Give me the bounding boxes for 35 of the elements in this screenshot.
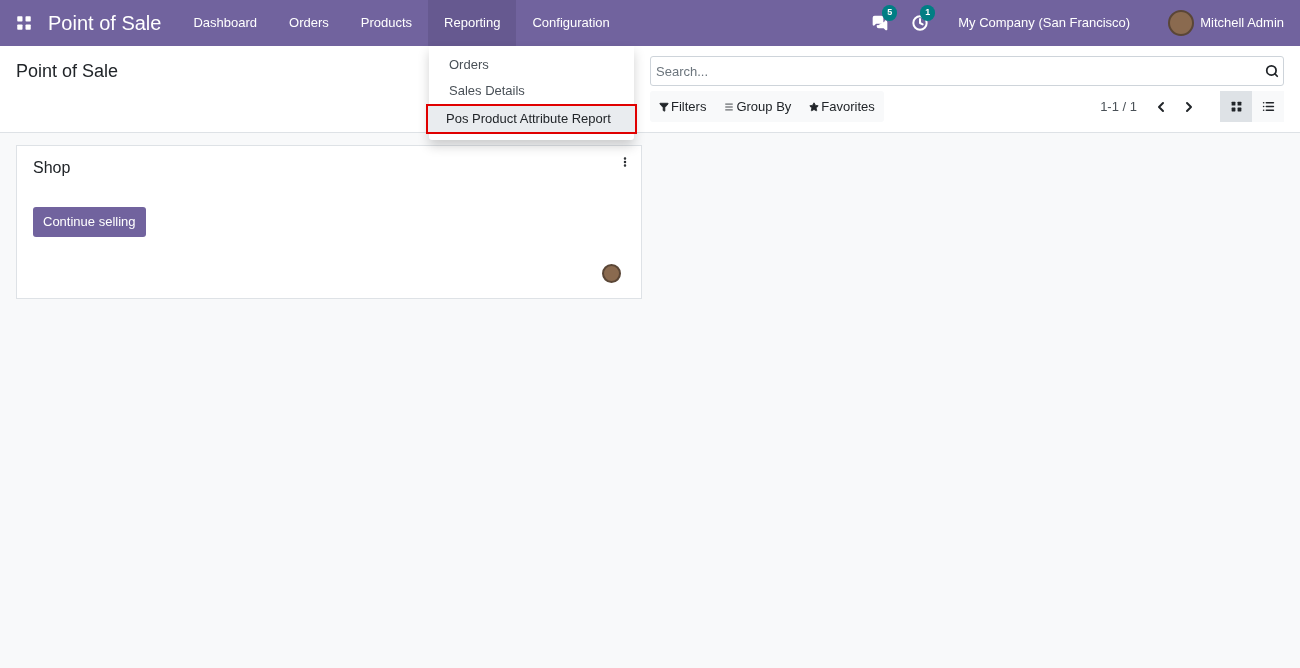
dropdown-item[interactable]: Sales Details [429,78,634,104]
view-switch-button[interactable] [1220,91,1252,122]
nav-menu-item[interactable]: Dashboard [177,0,274,46]
search-option-toggle[interactable]: Filters [650,96,716,117]
message-count-badge: 5 [882,5,898,21]
menu-icon [724,101,735,112]
page-title: Point of Sale [16,61,119,81]
user-menu[interactable]: Mitchell Admin [1200,13,1284,33]
nav-menu-item[interactable]: Products [344,0,429,46]
continue-selling-button[interactable]: Continue selling [33,207,146,237]
view-switch-button[interactable] [1252,91,1284,122]
funnel-icon [659,101,669,112]
avatar [602,264,621,283]
avatar [1168,10,1195,36]
chat-icon[interactable] [872,15,889,31]
nav-menu-item[interactable]: Configuration [516,0,626,46]
search-option-toggle[interactable]: Favorites [800,96,884,117]
activity-count-badge: 1 [920,5,936,21]
nav-menu-item[interactable]: Reporting [428,0,517,46]
star-icon [809,101,820,112]
kanban-card[interactable]: Shop Continue selling [16,145,642,299]
pager-value: 1-1 / 1 [1100,97,1137,116]
dropdown-item[interactable]: Orders [429,52,634,78]
grid-icon [1229,100,1243,113]
dropdown-item[interactable]: Pos Product Attribute Report [426,104,637,134]
search-option-toggle[interactable]: Group By [715,96,801,117]
list-icon [1261,100,1275,113]
search-field[interactable]: Search... [650,56,1284,86]
company-switcher[interactable]: My Company (San Francisco) [958,13,1131,33]
app-title: Point of Sale [48,11,162,36]
search-icon[interactable] [1265,64,1279,78]
nav-menu-item[interactable]: Orders [273,0,345,46]
clock-icon[interactable] [912,15,929,31]
apps-menu-icon[interactable] [15,14,33,32]
card-title: Shop [33,158,72,178]
